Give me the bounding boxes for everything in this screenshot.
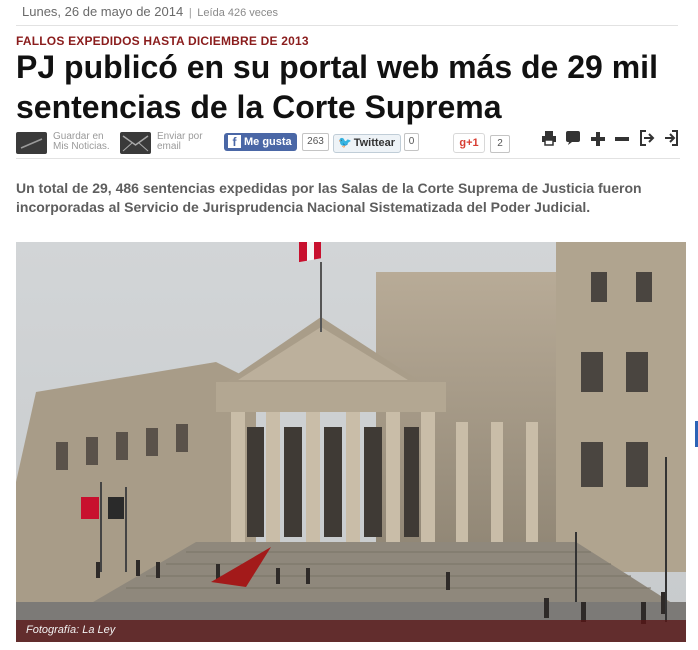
article-lead: Un total de 29, 486 sentencias expedidas… (16, 180, 642, 215)
article-headline: PJ publicó en su portal web más de 29 mi… (16, 49, 658, 125)
read-count: Leída 426 veces (197, 7, 279, 19)
logout-icon[interactable] (662, 130, 680, 150)
article-tools (538, 130, 680, 152)
facebook-like-count: 263 (302, 133, 329, 151)
save-news-link[interactable]: Guardar en Mis Noticias. (53, 132, 110, 152)
minus-icon[interactable] (613, 131, 631, 151)
comment-icon[interactable] (564, 130, 582, 150)
plus-icon[interactable] (589, 131, 607, 151)
share-toolbar: Guardar en Mis Noticias. Enviar por emai… (16, 128, 680, 159)
meta-separator: | (188, 7, 192, 19)
twitter-tweet-label: Twittear (353, 137, 396, 149)
article-photo: Fotografía: La Ley (16, 242, 686, 642)
photo-caption-bar: Fotografía: La Ley (16, 620, 686, 642)
login-icon[interactable] (638, 130, 656, 150)
email-icon[interactable] (120, 132, 151, 154)
twitter-tweet-button[interactable]: 🐦 Twittear (333, 134, 401, 153)
google-plus-button[interactable]: g+1 (453, 133, 485, 153)
article-date: Lunes, 26 de mayo de 2014 (22, 4, 184, 19)
google-plus-count: 2 (490, 135, 510, 153)
google-plus-label: +1 (466, 137, 479, 149)
email-link[interactable]: Enviar por email (157, 132, 203, 152)
save-news-label-2: Mis Noticias. (53, 141, 110, 152)
twitter-bird-icon: 🐦 (338, 137, 352, 149)
save-news-icon[interactable] (16, 132, 47, 154)
facebook-like-button[interactable]: f Me gusta (224, 133, 297, 151)
article-kicker: FALLOS EXPEDIDOS HASTA DICIEMBRE DE 2013 (16, 34, 309, 48)
print-icon[interactable] (540, 130, 558, 150)
photo-caption: Fotografía: La Ley (26, 624, 116, 636)
twitter-count: 0 (404, 133, 419, 151)
palace-of-justice-image (16, 242, 686, 642)
email-label-2: email (157, 141, 181, 152)
article-meta: Lunes, 26 de mayo de 2014 | Leída 426 ve… (22, 4, 278, 19)
facebook-icon: f (228, 135, 241, 149)
facebook-like-label: Me gusta (244, 136, 292, 148)
